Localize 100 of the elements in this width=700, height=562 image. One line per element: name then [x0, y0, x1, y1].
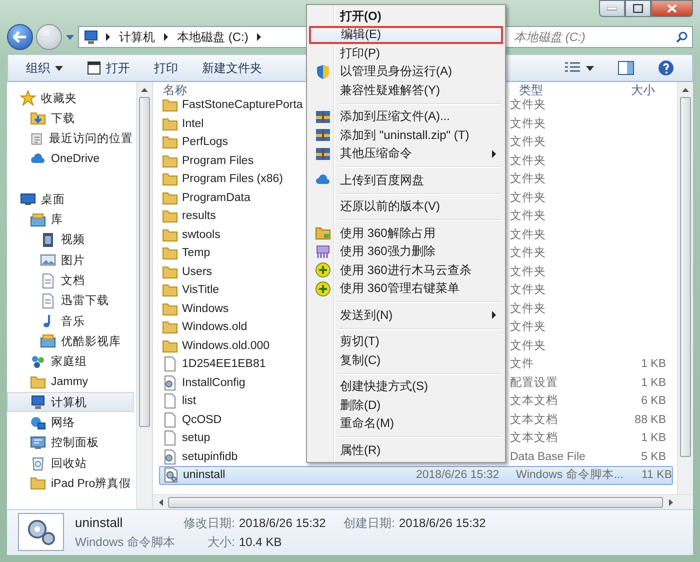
detail-value: 2018/6/26 15:32 — [239, 514, 327, 530]
menu-item[interactable]: 上传到百度网盘 — [309, 171, 503, 190]
file-type: 文件夹 — [510, 116, 547, 132]
sidebar-item[interactable]: Jammy — [7, 372, 134, 392]
detail-label: 大小: — [206, 534, 236, 550]
file-name: uninstall — [183, 468, 226, 484]
file-name: FastStoneCapturePorta — [182, 98, 303, 114]
file-type: 文件夹 — [510, 154, 547, 169]
toolbar-button[interactable]: 新建文件夹 — [192, 56, 272, 80]
sidebar-item[interactable]: 控制面板 — [7, 432, 134, 454]
menu-item[interactable]: 编辑(E) — [309, 26, 503, 44]
file-type: 文本文档 — [510, 394, 559, 410]
menu-item[interactable]: 打开(O) — [309, 7, 503, 26]
file-name: swtools — [182, 228, 220, 243]
sidebar-item[interactable]: 图片 — [7, 250, 134, 270]
file-name: list — [182, 394, 196, 410]
menu-item[interactable]: 使用 360管理右键菜单 — [309, 280, 503, 298]
sidebar-item[interactable]: 最近访问的位置 — [7, 128, 134, 149]
sidebar-item[interactable]: OneDrive — [7, 148, 134, 170]
menu-item[interactable]: 添加到压缩文件(A)... — [309, 108, 503, 126]
file-type: Data Base File — [510, 450, 586, 465]
toolbar-button[interactable]: 组织 — [16, 56, 73, 80]
file-name: QcOSD — [182, 412, 222, 428]
toolbar-button[interactable]: 打开 — [77, 56, 140, 80]
breadcrumb[interactable]: 计算机 — [117, 28, 157, 46]
file-name: setup — [182, 431, 210, 446]
menu-item[interactable]: 属性(R) — [309, 441, 503, 460]
file-type: 配置设置 — [510, 376, 559, 391]
sidebar-item[interactable]: 迅雷下载 — [7, 290, 134, 311]
file-name: Users — [182, 264, 212, 280]
file-size: 5 KB — [641, 450, 666, 463]
column-header[interactable]: 类型 — [509, 82, 621, 99]
menu-item[interactable]: 还原以前的版本(V) — [309, 198, 503, 216]
file-type: 文件夹 — [510, 338, 547, 354]
file-name: Intel — [182, 116, 204, 132]
menu-item[interactable]: 添加到 "uninstall.zip" (T) — [309, 126, 503, 144]
file-type: 文件夹 — [510, 172, 547, 188]
detail-label: 创建日期: — [342, 514, 396, 530]
menu-item[interactable]: 删除(D) — [309, 396, 503, 414]
detail-label: 修改日期: — [182, 514, 236, 530]
detail-value: 10.4 KB — [239, 534, 283, 550]
file-date: 2018/6/26 15:32 — [416, 469, 500, 482]
menu-item[interactable]: 其他压缩命令 — [309, 144, 503, 163]
sidebar-item[interactable]: 网络 — [7, 412, 134, 433]
file-type: 文件夹 — [510, 282, 547, 298]
file-type: 文件夹 — [510, 228, 547, 243]
menu-item[interactable]: 使用 360进行木马云查杀 — [309, 261, 503, 280]
menu-item[interactable]: 发送到(N) — [309, 306, 503, 324]
sidebar-item[interactable]: 优酷影视库 — [7, 331, 134, 352]
file-size: 1 KB — [641, 358, 666, 370]
file-type: 文件夹 — [510, 264, 547, 280]
file-type: Windows 命令脚本... — [516, 468, 624, 484]
sidebar-item[interactable]: 家庭组 — [7, 352, 134, 372]
file-name: Program Files (x86) — [182, 172, 283, 188]
menu-item[interactable]: 重命名(M) — [309, 414, 503, 433]
sidebar-item[interactable]: 库 — [7, 209, 134, 230]
file-name: VisTitle — [182, 283, 220, 298]
column-header[interactable]: 大小 — [621, 82, 665, 99]
detail-value: 2018/6/26 15:32 — [399, 514, 487, 530]
sidebar-item[interactable]: 下载 — [7, 108, 134, 129]
file-size: 1 KB — [641, 376, 666, 389]
file-name: ProgramData — [182, 190, 250, 206]
search-field[interactable]: 本地磁盘 (C:) — [503, 26, 693, 48]
sidebar-item[interactable]: 回收站 — [7, 453, 134, 474]
file-row[interactable]: uninstall 2018/6/26 15:32 Windows 命令脚本... 11 KB — [159, 466, 673, 484]
menu-item[interactable]: 以管理员身份运行(A) — [309, 62, 503, 81]
file-name: Program Files — [182, 154, 254, 169]
file-size: 11 KB — [642, 469, 672, 482]
file-type: 文件夹 — [510, 302, 547, 317]
file-type: 文件夹 — [510, 98, 547, 114]
breadcrumb[interactable]: 本地磁盘 (C:) — [175, 28, 250, 46]
menu-item[interactable]: 兼容性疑难解答(Y) — [309, 81, 503, 100]
file-size: 1 KB — [641, 432, 666, 444]
file-type: 文件夹 — [510, 208, 547, 224]
file-type: 文本文档 — [510, 412, 559, 428]
toolbar-button[interactable]: 打印 — [144, 56, 188, 80]
file-name: InstallConfig — [182, 376, 246, 391]
file-name: 1D254EE1EB81 — [182, 357, 266, 372]
file-type: 文件夹 — [510, 320, 547, 336]
file-type: 文件夹 — [510, 190, 547, 206]
menu-item[interactable]: 使用 360解除占用 — [309, 224, 503, 242]
sidebar-item[interactable]: 收藏夹 — [7, 88, 134, 108]
sidebar-item[interactable]: 文档 — [7, 270, 134, 291]
sidebar-item[interactable]: 桌面 — [7, 189, 134, 210]
file-name: setupinfidb — [182, 450, 238, 465]
sidebar-item[interactable]: 音乐 — [7, 310, 134, 332]
menu-item[interactable]: 创建快捷方式(S) — [309, 378, 503, 396]
menu-item[interactable]: 复制(C) — [309, 351, 503, 370]
file-type: Windows 命令脚本 — [75, 534, 175, 550]
sidebar-item[interactable]: 视频 — [7, 230, 134, 250]
file-name: Windows.old — [182, 320, 248, 336]
file-name: PerfLogs — [182, 135, 228, 150]
file-size: 88 KB — [634, 414, 666, 426]
menu-item[interactable]: 剪切(T) — [309, 332, 503, 351]
sidebar-item[interactable]: 计算机 — [7, 392, 134, 412]
menu-item[interactable]: 使用 360强力删除 — [309, 242, 503, 261]
file-name: Windows — [182, 302, 229, 317]
file-name: Windows.old.000 — [182, 338, 270, 354]
file-name: Temp — [182, 246, 210, 262]
sidebar-item[interactable]: iPad Pro辨真假 — [7, 473, 134, 494]
